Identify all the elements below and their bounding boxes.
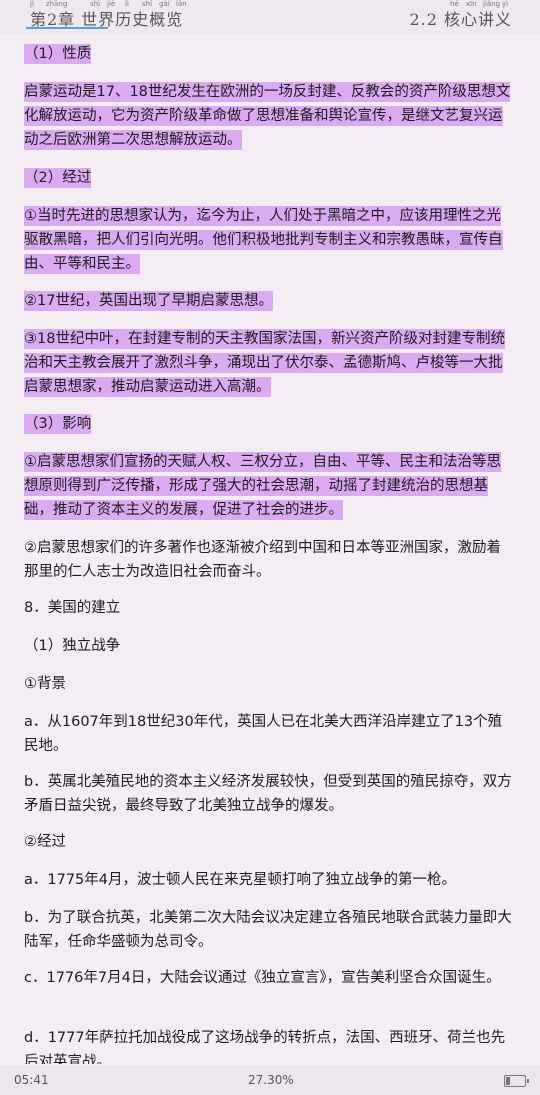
highlight[interactable]: （2）经过 <box>24 168 92 188</box>
header-bar: jì zhāng shì jiè lì shǐ gài lǎn hé xīn j… <box>0 0 540 34</box>
paragraph: b．为了联合抗英，北美第二次大陆会议决定建立各殖民地联合武装力量即大陆军，任命华… <box>24 910 512 950</box>
highlight[interactable]: ①当时先进的思想家认为，迄今为止，人们处于黑暗之中，应该用理性之光驱散黑暗，把人… <box>24 206 503 274</box>
paragraph: 启蒙运动是17、18世纪发生在欧洲的一场反封建、反教会的资产阶级思想文化解放运动… <box>24 80 514 152</box>
highlight[interactable]: ③18世纪中叶，在封建专制的天主教国家法国，新兴资产阶级对封建专制统治和天主教会… <box>24 329 505 397</box>
highlight[interactable]: ①启蒙思想家们宣扬的天赋人权、三权分立，自由、平等、民主和法治等思想原则得到广泛… <box>24 452 501 520</box>
section-title[interactable]: 2.2 核心讲义 <box>409 6 512 30</box>
paragraph: d．1777年萨拉托加战役成了这场战争的转折点，法国、西班牙、荷兰也先后对英宣战… <box>24 1030 506 1064</box>
heading-background: ①背景 <box>24 676 66 692</box>
paragraph: b．英属北美殖民地的资本主义经济发展较快，但受到英国的殖民掠夺，双方矛盾日益尖锐… <box>24 774 512 814</box>
paragraph: ②启蒙思想家们的许多著作也逐渐被介绍到中国和日本等亚洲国家，激励着那里的仁人志士… <box>24 540 501 580</box>
paragraph: ①当时先进的思想家认为，迄今为止，人们处于黑暗之中，应该用理性之光驱散黑暗，把人… <box>24 204 514 276</box>
paragraph: a．从1607年到18世纪30年代，英国人已在北美大西洋沿岸建立了13个殖民地。 <box>24 714 503 754</box>
reading-progress: 27.30% <box>248 1073 294 1087</box>
highlight[interactable]: （3）影响 <box>24 414 92 434</box>
heading-influence: （3）影响 <box>24 412 514 436</box>
paragraph: a．1775年4月，波士顿人民在来克星顿打响了独立战争的第一枪。 <box>24 872 457 888</box>
heading-independence-war: （1）独立战争 <box>24 638 121 654</box>
battery-icon <box>504 1075 529 1087</box>
heading-process: （2）经过 <box>24 166 514 190</box>
chapter-tab-underline <box>26 27 108 29</box>
paragraph: ②17世纪，英国出现了早期启蒙思想。 <box>24 289 514 313</box>
reader-content[interactable]: （1）性质 启蒙运动是17、18世纪发生在欧洲的一场反封建、反教会的资产阶级思想… <box>0 34 540 1064</box>
highlight[interactable]: 启蒙运动是17、18世纪发生在欧洲的一场反封建、反教会的资产阶级思想文化解放运动… <box>24 82 511 150</box>
clock: 05:41 <box>14 1073 49 1087</box>
heading-usa: 8．美国的建立 <box>24 600 121 616</box>
highlight[interactable]: ②17世纪，英国出现了早期启蒙思想。 <box>24 291 273 311</box>
status-bar: 05:41 27.30% <box>0 1065 540 1095</box>
paragraph: ①启蒙思想家们宣扬的天赋人权、三权分立，自由、平等、民主和法治等思想原则得到广泛… <box>24 450 514 522</box>
heading-nature: （1）性质 <box>24 42 514 66</box>
paragraph: c．1776年7月4日，大陆会议通过《独立宣言》，宣告美利坚合众国诞生。 <box>24 970 501 986</box>
paragraph: ③18世纪中叶，在封建专制的天主教国家法国，新兴资产阶级对封建专制统治和天主教会… <box>24 327 514 399</box>
highlight[interactable]: （1）性质 <box>24 44 92 64</box>
heading-events: ②经过 <box>24 834 66 850</box>
